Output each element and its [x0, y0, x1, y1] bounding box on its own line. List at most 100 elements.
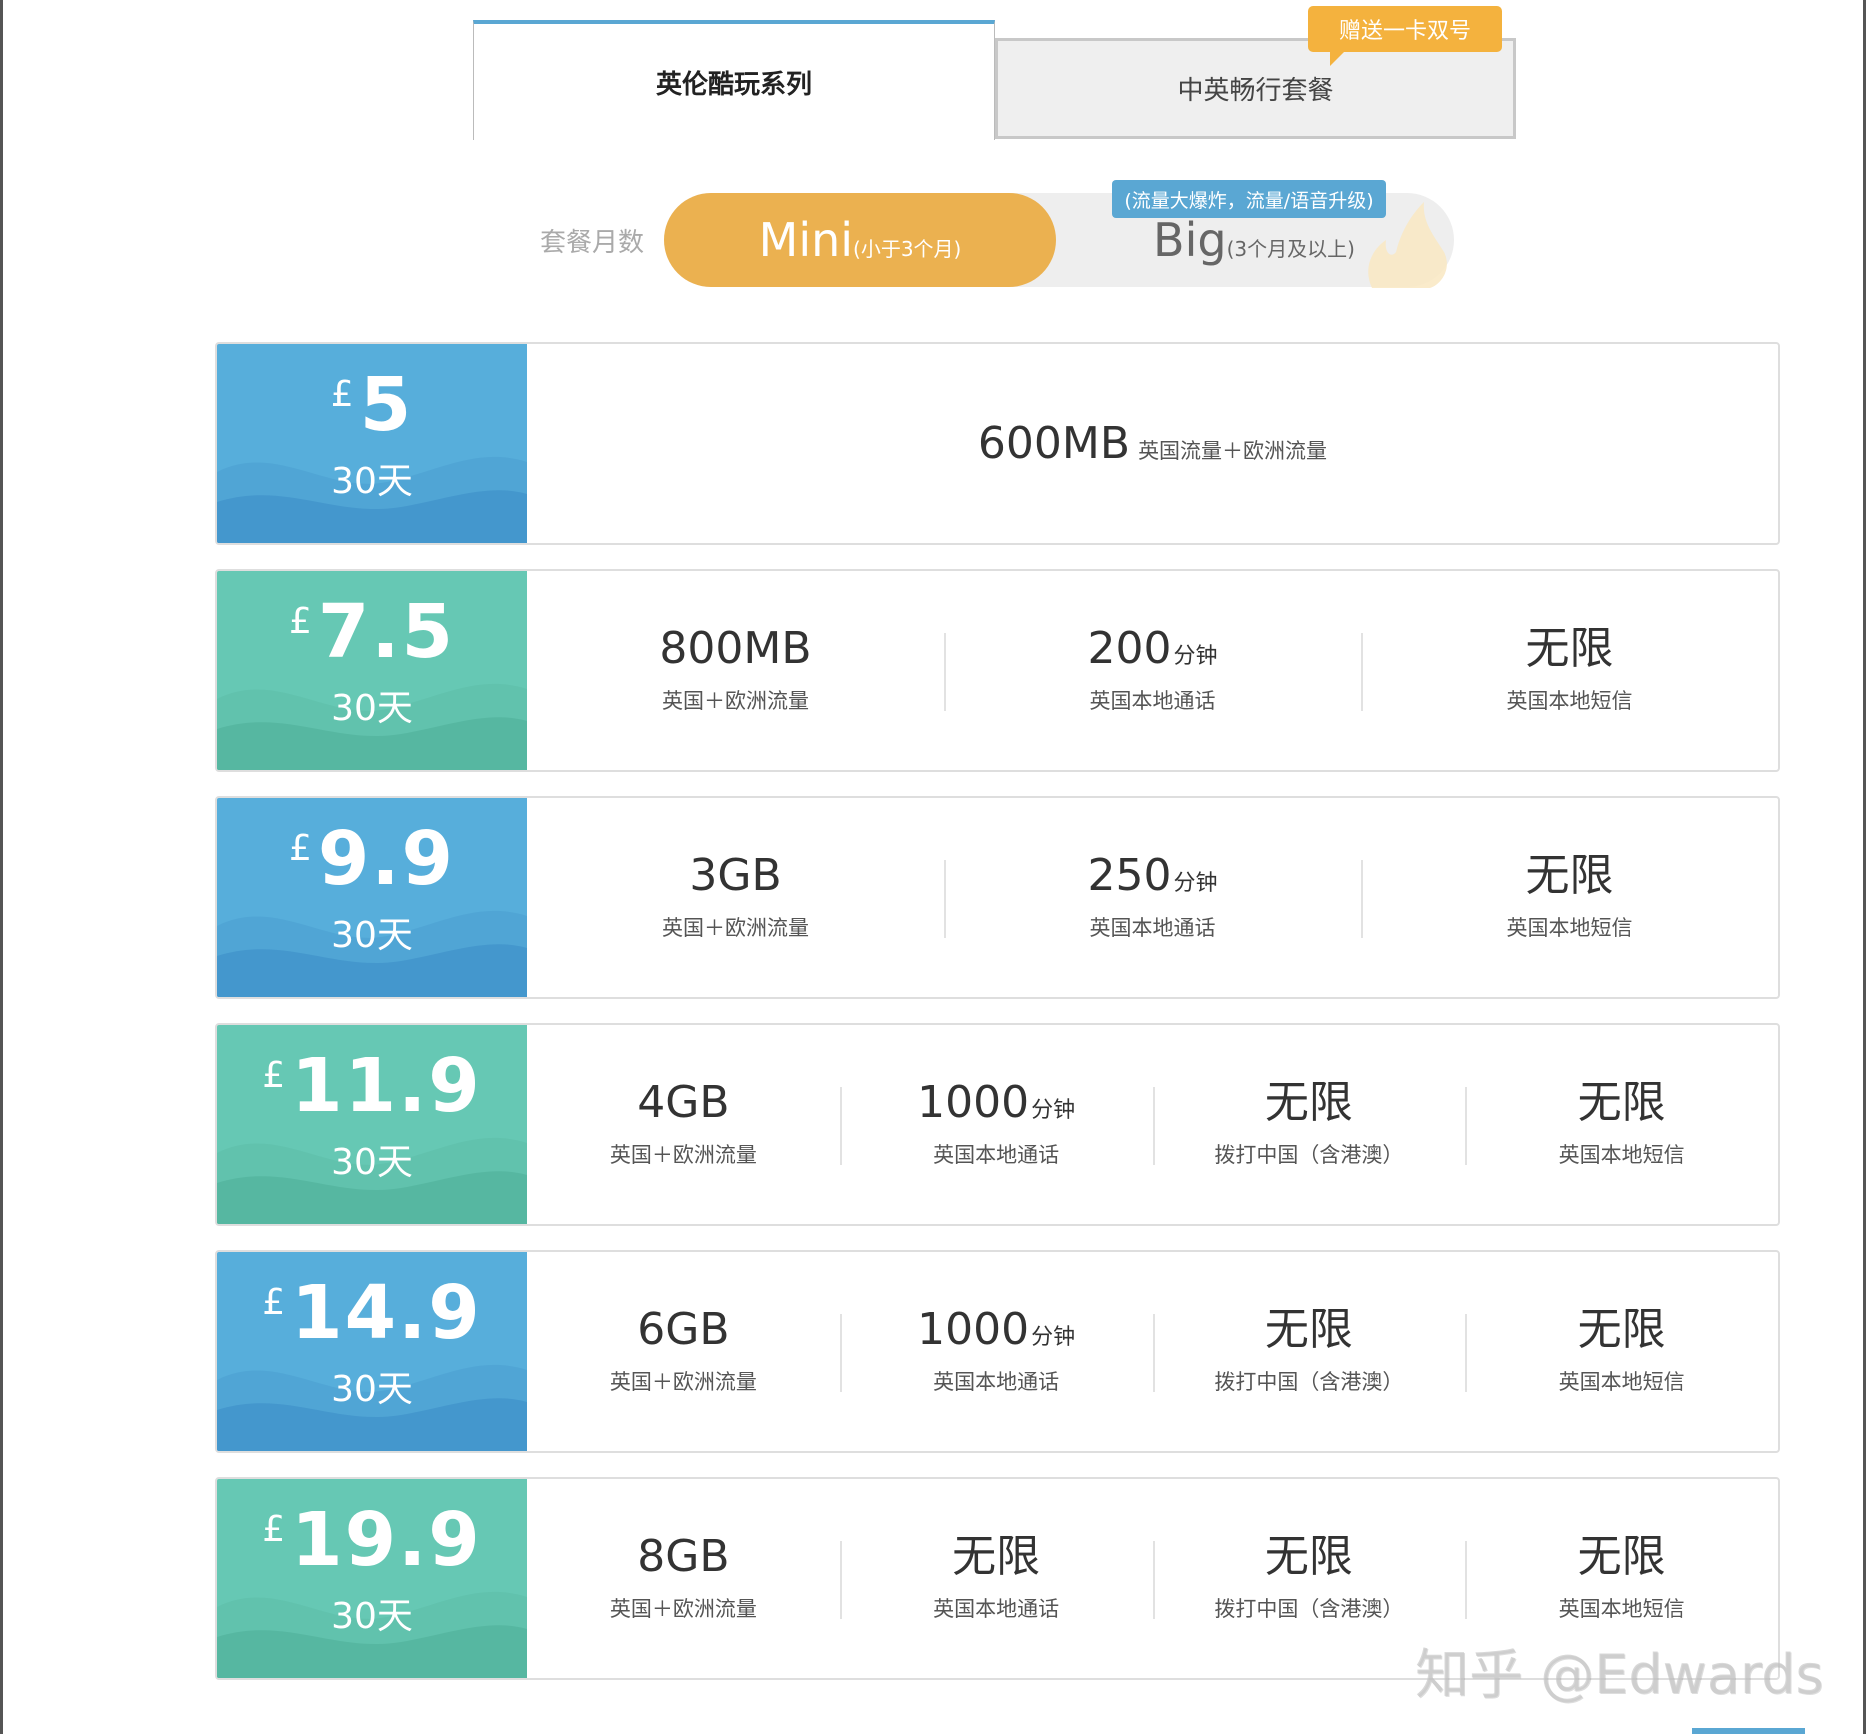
plan-row[interactable]: £9.9 30天 3GB 英国＋欧洲流量 250分钟英国本地通话 无限 英国本地短信: [215, 796, 1780, 999]
feature-label: 英国＋欧洲流量: [609, 1596, 757, 1621]
feature-value-wrap: 600MB: [978, 421, 1130, 466]
plan-feature: 无限拨打中国（含港澳）: [1152, 1307, 1466, 1394]
plan-period: 30天: [331, 915, 413, 956]
price: £14.9: [217, 1270, 527, 1356]
tab-uk-cool-series-label: 英伦酷玩系列: [655, 69, 812, 100]
feature-value-wrap: 无限: [1526, 853, 1614, 898]
feature-label: 英国本地短信: [1558, 1142, 1685, 1167]
price: £7.5: [217, 589, 527, 675]
feature-label: 英国本地通话: [933, 1142, 1060, 1167]
feature-value: 无限: [1264, 1076, 1353, 1128]
price-amount: 9.9: [317, 816, 455, 902]
feature-value: 4GB: [637, 1076, 730, 1128]
feature-label: 英国＋欧洲流量: [609, 1142, 757, 1167]
feature-value-wrap: 无限: [1578, 1080, 1666, 1125]
plan-row[interactable]: £5 30天 600MB 英国流量＋欧洲流量: [215, 342, 1780, 545]
plan-row[interactable]: £7.5 30天 800MB 英国＋欧洲流量 200分钟 英国本地通话 无限 英国本地短信: [215, 569, 1780, 772]
big-option-sub: (3个月及以上): [1226, 236, 1355, 261]
plan-feature: 600MB 英国流量＋欧洲流量: [527, 421, 1778, 466]
price: £5: [217, 362, 527, 448]
page-edge-left: [0, 0, 3, 1734]
feature-label: 英国本地通话: [1089, 915, 1216, 940]
feature-value: 无限: [1264, 1530, 1353, 1582]
feature-value-wrap: 无限: [1526, 626, 1614, 671]
feature-value: 无限: [1577, 1076, 1666, 1128]
feature-value: 6GB: [637, 1303, 730, 1355]
feature-value-wrap: 4GB: [637, 1080, 729, 1125]
plan-feature: 200分钟 英国本地通话: [944, 626, 1361, 713]
plan-features: 800MB 英国＋欧洲流量 200分钟 英国本地通话 无限 英国本地短信: [527, 571, 1778, 770]
feature-value-wrap: 无限: [952, 1534, 1040, 1579]
feature-value: 1000: [917, 1076, 1030, 1128]
feature-value-wrap: 无限: [1265, 1534, 1353, 1579]
feature-label: 英国＋欧洲流量: [662, 915, 809, 940]
plan-row[interactable]: £14.9 30天 6GB 英国＋欧洲流量 1000分钟 英国本地通话 无限 拨打中国（含港澳…: [215, 1250, 1780, 1453]
feature-value: 3GB: [689, 849, 782, 901]
feature-value-wrap: 无限: [1578, 1307, 1666, 1352]
plan-period: 30天: [331, 688, 413, 729]
plan-feature: 无限 英国本地短信: [1465, 1080, 1778, 1167]
feature-value: 无限: [952, 1530, 1041, 1582]
plan-feature: 6GB 英国＋欧洲流量: [527, 1307, 840, 1394]
feature-label: 英国流量＋欧洲流量: [1138, 438, 1328, 463]
tab-uk-cool-series[interactable]: 英伦酷玩系列: [473, 20, 995, 140]
feature-value-wrap: 无限: [1578, 1534, 1666, 1579]
feature-unit: 分钟: [1031, 1324, 1076, 1350]
price: £11.9: [217, 1043, 527, 1129]
plan-period: 30天: [331, 1596, 413, 1637]
plan-feature: 8GB 英国＋欧洲流量: [527, 1534, 840, 1621]
duration-label: 套餐月数: [540, 228, 645, 258]
mini-option-main: Mini: [758, 213, 854, 267]
plan-feature: 1000分钟英国本地通话: [839, 1080, 1153, 1167]
plan-feature: 1000分钟 英国本地通话: [839, 1307, 1153, 1394]
feature-value: 无限: [1577, 1303, 1666, 1355]
currency-symbol: £: [262, 1282, 286, 1323]
feature-value-wrap: 6GB: [637, 1307, 729, 1352]
price-panel: £5 30天: [217, 344, 527, 543]
gift-badge-label: 赠送一卡双号: [1338, 19, 1471, 44]
feature-label: 拨打中国（含港澳）: [1214, 1369, 1404, 1394]
feature-label: 拨打中国（含港澳）: [1214, 1142, 1404, 1167]
plan-period: 30天: [331, 1142, 413, 1183]
price-panel: £11.9 30天: [217, 1025, 527, 1224]
plan-feature: 无限 英国本地短信: [1361, 853, 1778, 940]
feature-value-wrap: 250分钟: [1088, 853, 1218, 898]
feature-value: 600MB: [977, 417, 1131, 469]
feature-unit: 分钟: [1173, 870, 1218, 896]
gift-badge-tail: [1330, 50, 1346, 66]
plan-feature: 无限 英国本地短信: [1465, 1534, 1778, 1621]
watermark: 知乎 @Edwards: [1415, 1643, 1824, 1706]
currency-symbol: £: [289, 601, 312, 642]
plan-period: 30天: [331, 461, 413, 502]
plan-features: 600MB 英国流量＋欧洲流量: [527, 344, 1778, 543]
price: £9.9: [217, 816, 527, 902]
duration-option-mini[interactable]: Mini (小于3个月): [664, 193, 1056, 287]
big-option-main: Big: [1153, 213, 1227, 267]
plan-feature: 无限 英国本地短信: [1465, 1307, 1778, 1394]
currency-symbol: £: [262, 1055, 286, 1096]
gift-badge: 赠送一卡双号: [1308, 6, 1502, 52]
currency-symbol: £: [330, 374, 354, 415]
feature-value-wrap: 800MB: [659, 626, 811, 671]
feature-value: 无限: [1264, 1303, 1353, 1355]
feature-value-wrap: 1000分钟: [917, 1307, 1076, 1352]
feature-value-wrap: 无限: [1265, 1307, 1353, 1352]
feature-label: 英国＋欧洲流量: [609, 1369, 757, 1394]
feature-value-wrap: 200分钟: [1088, 626, 1218, 671]
big-upgrade-badge: (流量大爆炸，流量/语音升级): [1112, 180, 1386, 218]
price-amount: 5: [359, 362, 414, 448]
plan-feature: 无限拨打中国（含港澳）: [1152, 1534, 1466, 1621]
feature-value-wrap: 1000分钟: [917, 1080, 1075, 1125]
price: £19.9: [217, 1497, 527, 1583]
price-amount: 14.9: [291, 1270, 482, 1356]
feature-value: 250: [1087, 849, 1172, 901]
currency-symbol: £: [262, 1509, 286, 1550]
feature-label: 英国本地通话: [933, 1596, 1060, 1621]
plan-feature: 无限 英国本地短信: [1361, 626, 1778, 713]
plan-feature: 无限 拨打中国（含港澳）: [1152, 1080, 1466, 1167]
feature-label: 拨打中国（含港澳）: [1214, 1596, 1404, 1621]
plan-row[interactable]: £11.9 30天 4GB 英国＋欧洲流量 1000分钟 英国本地通话 无限 拨打中国（含港澳…: [215, 1023, 1780, 1226]
feature-value: 200: [1087, 622, 1172, 674]
feature-value: 无限: [1577, 1530, 1666, 1582]
tab-china-uk-package[interactable]: 中英畅行套餐: [995, 38, 1516, 139]
